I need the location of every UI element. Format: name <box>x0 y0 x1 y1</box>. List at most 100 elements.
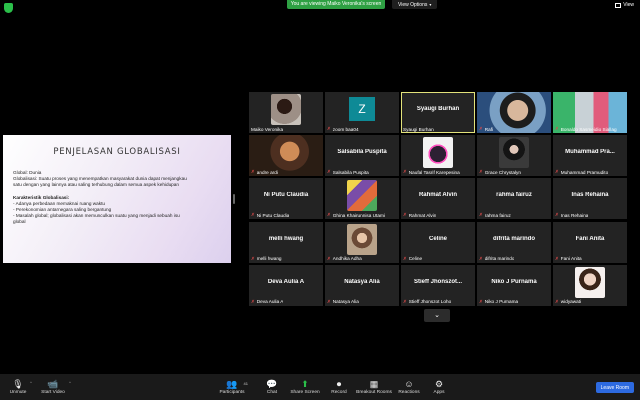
participant-name-label: ✗ widyawati <box>555 299 581 305</box>
participant-name: Deva Aulia A <box>256 299 284 305</box>
gallery-next-page-button[interactable]: ⌄ <box>424 309 450 322</box>
participant-avatar: Z <box>349 97 375 121</box>
participant-name-label: ✗ Stieff Jhonszot Loho <box>403 299 451 305</box>
participant-center-name: Rahmat Alvin <box>418 192 458 199</box>
participant-tile[interactable]: Niko J Purnama ✗ Niko J Purnama <box>477 264 551 306</box>
participant-center-name: Deva Aulia A <box>267 278 305 285</box>
slide-body: Global: Dunia Globalisasi: Suatu proses … <box>13 170 221 226</box>
view-button[interactable]: View <box>615 2 634 8</box>
participant-gallery: Maiko Veronika Z ✗ zoom baa04 Syaugi Burhan S… <box>249 92 627 306</box>
participant-tile[interactable]: Syaugi Burhan Syaugi Burhan <box>401 92 475 133</box>
participant-tile[interactable]: melli hwang ✗ melli hwang <box>249 221 323 263</box>
participant-name: Maiko Veronika <box>251 127 284 132</box>
muted-mic-icon: ✗ <box>403 212 407 218</box>
participant-tile[interactable]: Salsabila Puspita ✗ Salsabila Puspita <box>325 135 399 177</box>
participant-name-label: ✗ Celine <box>403 256 422 262</box>
split-view-handle[interactable] <box>233 194 235 204</box>
participant-tile[interactable]: ✗ Rafi <box>477 92 551 133</box>
participant-tile[interactable]: Muhammad Pra... ✗ Muhammad Pramudito <box>553 135 627 177</box>
participant-tile[interactable]: ✗ Ghina Khairunnisa Utami <box>325 178 399 220</box>
participant-video <box>499 137 529 169</box>
muted-mic-icon: ✗ <box>327 169 331 175</box>
muted-mic-icon: ✗ <box>327 212 331 218</box>
participant-tile[interactable]: Stieff Jhonszot... ✗ Stieff Jhonszot Loho <box>401 264 475 306</box>
chat-label: Chat <box>266 390 278 395</box>
apps-label: Apps <box>433 390 445 395</box>
participant-name-label: ✗ Natasya Alia <box>327 299 359 305</box>
video-options-caret-icon[interactable]: ^ <box>69 380 71 385</box>
participant-name-label: ✗ andre ardi <box>251 169 278 175</box>
participant-tile[interactable]: Fani Anita ✗ Fani Anita <box>553 221 627 263</box>
participant-name-label: ✗ Grace Chrystalyn <box>479 169 521 175</box>
apps-button[interactable]: ⚙ Apps <box>415 378 463 395</box>
muted-mic-icon: ✗ <box>251 298 255 304</box>
view-button-label: View <box>623 2 634 8</box>
participant-name: Naufal Tasrif Karepesina <box>408 169 460 175</box>
participant-tile[interactable]: ✗ Grace Chrystalyn <box>477 135 551 177</box>
participant-name: Syaugi Burhan <box>403 127 434 132</box>
participant-tile[interactable]: Natasya Alia ✗ Natasya Alia <box>325 264 399 306</box>
participant-tile[interactable]: Inas Rehaina ✗ Inas Rehaina <box>553 178 627 220</box>
participant-center-name: Salsabila Puspita <box>337 149 387 156</box>
participant-tile[interactable]: ✗ widyawati <box>553 264 627 306</box>
unmute-label: Unmute <box>9 390 27 395</box>
participants-label: Participants <box>219 390 245 395</box>
participant-tile[interactable]: ✗ Andhika Adha <box>325 221 399 263</box>
participant-tile[interactable]: Celine ✗ Celine <box>401 221 475 263</box>
participant-center-name: Stieff Jhonszot... <box>414 278 462 285</box>
participant-video <box>423 137 453 169</box>
muted-mic-icon: ✗ <box>555 298 559 304</box>
participant-tile[interactable]: Rahmat Alvin ✗ Rahmat Alvin <box>401 178 475 220</box>
muted-mic-icon: ✗ <box>555 126 559 131</box>
muted-mic-icon: ✗ <box>327 126 331 131</box>
shared-screen: PENJELASAN GLOBALISASI Global: Dunia Glo… <box>3 135 231 263</box>
participant-tile[interactable]: ✗ Bonaldo Sasmeidio Siallag <box>553 92 627 133</box>
participant-center-name: melli hwang <box>268 235 304 242</box>
participant-center-name: Inas Rehaina <box>571 192 609 199</box>
participant-tile[interactable]: Deva Aulia A ✗ Deva Aulia A <box>249 264 323 306</box>
participant-name: melli hwang <box>256 256 282 262</box>
muted-mic-icon: ✗ <box>403 255 407 261</box>
participant-name-label: ✗ Inas Rehaina <box>555 212 588 218</box>
participant-tile[interactable]: ✗ andre ardi <box>249 135 323 177</box>
participant-name-label: ✗ Bonaldo Sasmeidio Siallag <box>555 126 617 132</box>
view-options-label: View Options <box>398 2 428 8</box>
muted-mic-icon: ✗ <box>403 169 407 175</box>
muted-mic-icon: ✗ <box>251 169 255 175</box>
muted-mic-icon: ✗ <box>479 298 483 304</box>
muted-mic-icon: ✗ <box>479 255 483 261</box>
participant-center-name: difrita marindo <box>492 235 535 242</box>
security-shield-icon[interactable] <box>4 3 13 13</box>
participant-name: Ni Putu Claudia <box>256 212 290 218</box>
participant-center-name: Fani Anita <box>575 235 605 242</box>
participant-name: Natasya Alia <box>332 299 359 305</box>
participant-name-label: ✗ Naufal Tasrif Karepesina <box>403 169 460 175</box>
muted-mic-icon: ✗ <box>479 126 483 131</box>
participant-center-name: Ni Putu Claudia <box>263 192 309 199</box>
slide-title: PENJELASAN GLOBALISASI <box>53 147 181 157</box>
participant-tile[interactable]: Maiko Veronika <box>249 92 323 133</box>
participant-center-name: Natasya Alia <box>344 278 380 285</box>
participant-name: zoom baa04 <box>332 126 359 132</box>
participant-name-label: ✗ zoom baa04 <box>327 126 359 132</box>
start-video-label: Start Video <box>41 390 65 395</box>
participant-video <box>575 266 605 298</box>
participant-tile[interactable]: ✗ Naufal Tasrif Karepesina <box>401 135 475 177</box>
muted-mic-icon: ✗ <box>479 169 483 175</box>
muted-mic-icon: ✗ <box>479 212 483 218</box>
muted-mic-icon: ✗ <box>555 212 559 218</box>
participant-tile[interactable]: Ni Putu Claudia ✗ Ni Putu Claudia <box>249 178 323 220</box>
muted-mic-icon: ✗ <box>555 169 559 175</box>
participant-tile[interactable]: rahma fairuz ✗ rahma fairuz <box>477 178 551 220</box>
slide-bullet: global <box>13 219 26 225</box>
participant-center-name: Muhammad Pra... <box>565 149 615 156</box>
participant-name-label: ✗ Rafi <box>479 126 493 132</box>
meeting-toolbar: 🎙 Unmute ^ 📹 Start Video ^ 👥 Participant… <box>0 374 640 400</box>
participant-name: Fani Anita <box>560 256 582 262</box>
participant-tile[interactable]: Z ✗ zoom baa04 <box>325 92 399 133</box>
muted-mic-icon: ✗ <box>555 255 559 261</box>
participant-name: difrita marindo <box>484 256 515 262</box>
view-options-button[interactable]: View Options ▾ <box>392 0 438 9</box>
participant-tile[interactable]: difrita marindo ✗ difrita marindo <box>477 221 551 263</box>
leave-room-button[interactable]: Leave Room <box>595 382 634 393</box>
